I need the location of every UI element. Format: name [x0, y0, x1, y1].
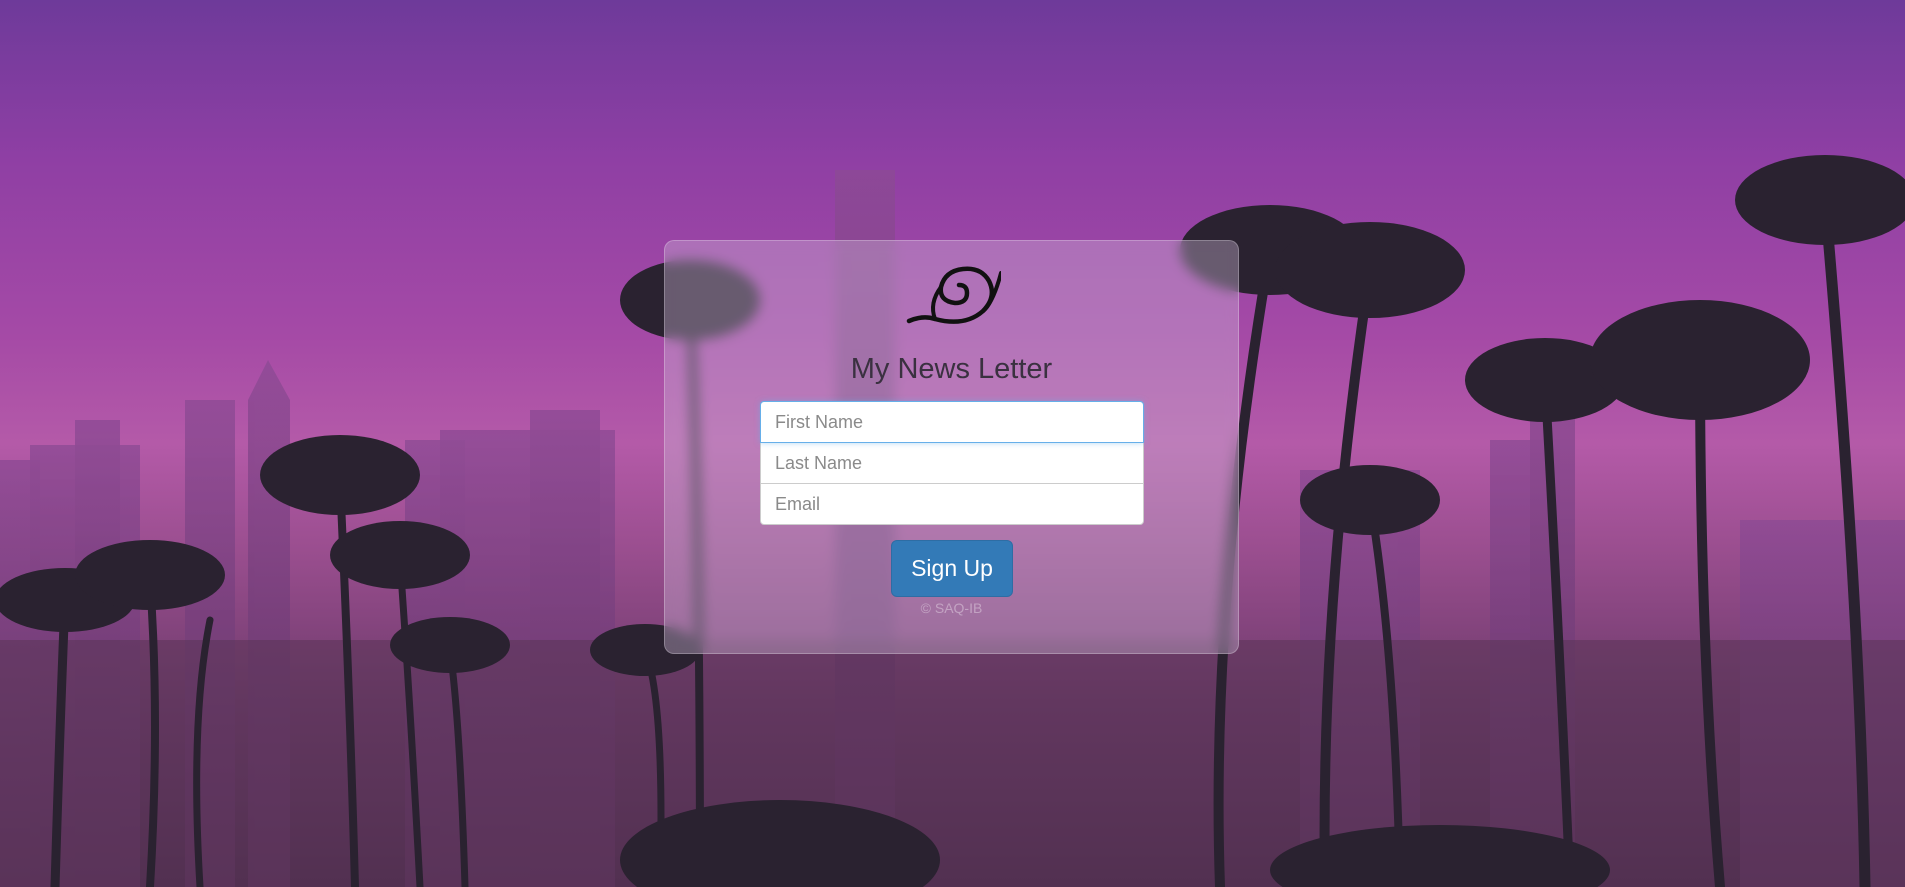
sign-up-button[interactable]: Sign Up [891, 540, 1013, 597]
page-title: My News Letter [850, 353, 1053, 385]
last-name-input[interactable] [760, 442, 1144, 484]
leaf-village-logo-icon [906, 266, 1001, 324]
email-input[interactable] [760, 483, 1144, 525]
newsletter-card: My News Letter Sign Up © SAQ-IB [664, 240, 1239, 654]
page: My News Letter Sign Up © SAQ-IB [0, 0, 1905, 887]
signup-form [760, 401, 1144, 525]
first-name-input[interactable] [760, 401, 1144, 443]
copyright-text: © SAQ-IB [920, 600, 983, 616]
